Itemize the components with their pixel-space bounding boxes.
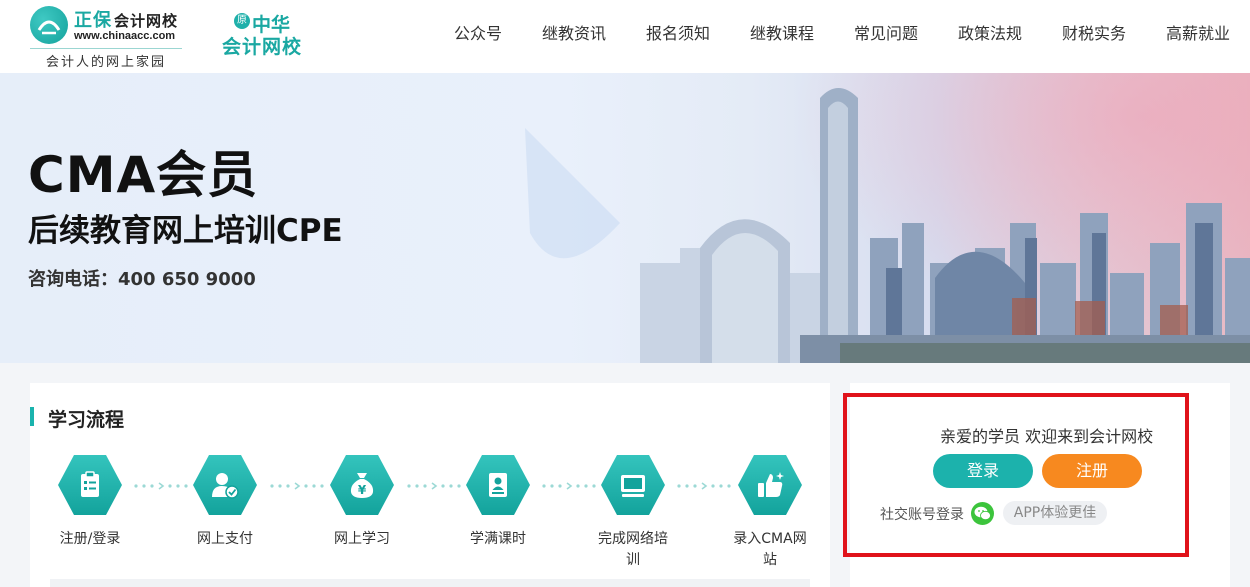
step-label: 注册/登录 xyxy=(59,531,121,547)
nav-item-wechat[interactable]: 公众号 xyxy=(454,20,502,44)
login-button[interactable]: 登录 xyxy=(933,454,1033,488)
banner-phone: 咨询电话：400 650 9000 xyxy=(28,269,256,290)
step-complete-hours: 学满课时 xyxy=(458,455,538,550)
step-online-payment: 网上支付 xyxy=(185,455,265,550)
banner-title: CMA会员 xyxy=(28,146,259,204)
logo-badge: 原 xyxy=(234,13,250,29)
user-check-icon xyxy=(193,455,257,515)
clipboard-icon xyxy=(58,455,122,515)
nav-item-news[interactable]: 继教资讯 xyxy=(542,20,606,44)
zhonghua-logo[interactable]: 原 中华 会计网校 xyxy=(222,10,312,60)
step-enter-cma-site: 录入CMA网站 xyxy=(730,455,810,571)
arrow-dots-icon xyxy=(134,482,188,490)
process-footer-bar xyxy=(50,579,810,587)
site-header: 正保 会计网校 www.chinaacc.com 会计人的网上家园 原 中华 会计… xyxy=(0,0,1250,73)
step-label: 学满课时 xyxy=(470,531,526,547)
logo-second-line2: 会计网校 xyxy=(222,36,303,58)
step-online-study: ¥ 网上学习 xyxy=(322,455,402,550)
svg-text:¥: ¥ xyxy=(358,483,367,497)
app-experience-tag[interactable]: APP体验更佳 xyxy=(1003,501,1107,525)
money-bag-icon: ¥ xyxy=(330,455,394,515)
nav-item-policy[interactable]: 政策法规 xyxy=(958,20,1022,44)
step-label: 网上支付 xyxy=(197,531,253,547)
nav-item-enroll[interactable]: 报名须知 xyxy=(646,20,710,44)
login-panel: 亲爱的学员 欢迎来到会计网校 登录 注册 社交账号登录 APP体验更佳 xyxy=(850,383,1230,587)
nav-item-courses[interactable]: 继教课程 xyxy=(750,20,814,44)
arrow-dots-icon xyxy=(677,482,731,490)
arrow-dots-icon xyxy=(270,482,324,490)
nav-item-faq[interactable]: 常见问题 xyxy=(854,20,918,44)
banner-subtitle: 后续教育网上培训CPE xyxy=(28,213,343,249)
document-icon xyxy=(466,455,530,515)
thumbs-up-icon xyxy=(738,455,802,515)
hero-banner: CMA会员 后续教育网上培训CPE 咨询电话：400 650 9000 xyxy=(0,73,1250,363)
arrow-dots-icon xyxy=(542,482,596,490)
nav-item-jobs[interactable]: 高薪就业 xyxy=(1166,20,1230,44)
logo-emblem-icon xyxy=(30,6,68,44)
step-label: 完成网络培训 xyxy=(598,531,668,568)
wechat-login-icon[interactable] xyxy=(971,502,994,525)
social-login-label: 社交账号登录 xyxy=(880,507,964,523)
step-label: 录入CMA网站 xyxy=(733,531,807,568)
arrow-dots-icon xyxy=(407,482,461,490)
welcome-text: 亲爱的学员 欢迎来到会计网校 xyxy=(940,427,1154,446)
step-label: 网上学习 xyxy=(334,531,390,547)
register-button[interactable]: 注册 xyxy=(1042,454,1142,488)
step-complete-training: 完成网络培训 xyxy=(593,455,673,571)
chinaacc-logo[interactable]: 正保 会计网校 www.chinaacc.com 会计人的网上家园 xyxy=(28,4,188,70)
logo-slogan: 会计人的网上家园 xyxy=(30,48,182,70)
logo-url: www.chinaacc.com xyxy=(74,30,176,42)
monitor-icon xyxy=(601,455,665,515)
nav-item-tax[interactable]: 财税实务 xyxy=(1062,20,1126,44)
learning-process-card: 学习流程 注册/登录 网上支付 ¥ 网上学习 学满课时 完成网络培训 录入CMA… xyxy=(30,383,830,587)
step-register-login: 注册/登录 xyxy=(50,455,130,550)
section-title: 学习流程 xyxy=(30,405,124,432)
logo-brand: 正保 会计网校 xyxy=(74,10,179,31)
